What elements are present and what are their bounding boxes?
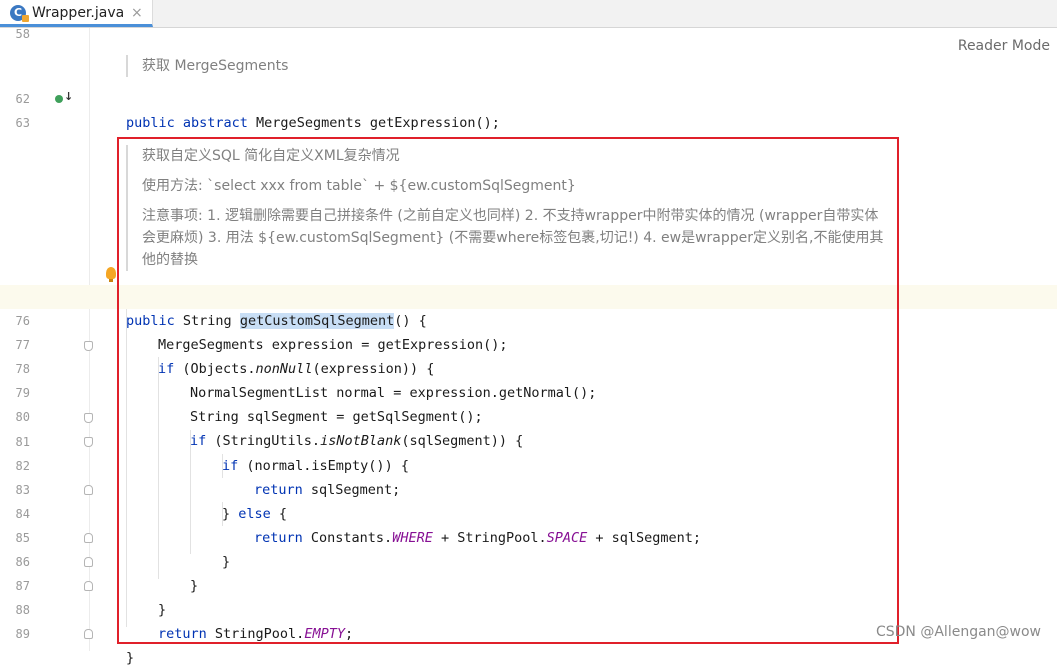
code-text: } — [126, 650, 135, 666]
editor-tab-bar: C Wrapper.java × — [0, 0, 1057, 28]
reader-mode-button[interactable]: Reader Mode — [958, 37, 1050, 55]
java-class-icon: C — [10, 5, 29, 22]
code-text: MergeSegments getExpression(); — [247, 115, 500, 131]
line-number: 58 — [15, 27, 30, 41]
doc-text: 获取 MergeSegments — [142, 58, 289, 74]
lightbulb-icon[interactable] — [106, 267, 116, 282]
code-line-62[interactable]: public abstract MergeSegments getExpress… — [0, 87, 1057, 131]
watermark: CSDN @Allengan@wow — [875, 624, 1041, 640]
annotation-highlight-box — [117, 137, 899, 644]
close-icon[interactable]: × — [131, 4, 143, 22]
javadoc-rendered-1: 获取 MergeSegments — [126, 55, 862, 77]
keyword: public abstract — [126, 115, 248, 131]
tab-label: Wrapper.java — [32, 5, 125, 21]
